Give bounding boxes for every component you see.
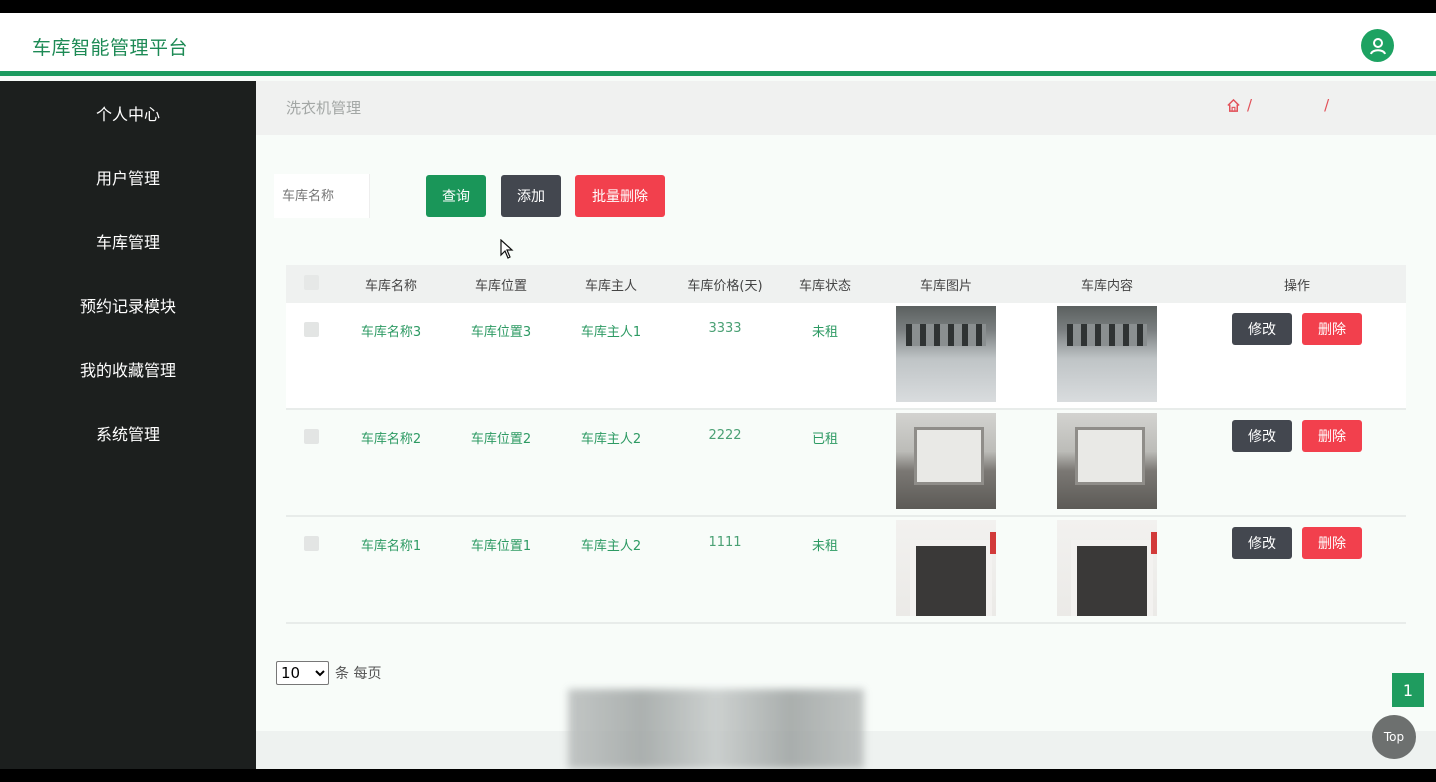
- garage-location: 车库位置2: [470, 432, 532, 447]
- delete-button[interactable]: 删除: [1302, 313, 1362, 345]
- pagination-size: 10 条 每页: [276, 661, 381, 685]
- sidebar-item-personal-center[interactable]: 个人中心: [0, 81, 256, 145]
- home-icon[interactable]: [1226, 98, 1241, 113]
- edit-button[interactable]: 修改: [1232, 313, 1292, 345]
- sidebar-item-user-management[interactable]: 用户管理: [0, 145, 256, 209]
- garage-image[interactable]: [896, 306, 996, 402]
- table-header: 车库名称 车库位置 车库主人 车库价格(天) 车库状态 车库图片 车库内容 操作: [286, 265, 1406, 303]
- table-row: 车库名称3 车库位置3 车库主人1 3333 未租 修改 删除: [286, 303, 1406, 410]
- page-number-button[interactable]: 1: [1392, 673, 1424, 707]
- header-location: 车库位置: [474, 278, 527, 294]
- query-button[interactable]: 查询: [426, 175, 486, 217]
- user-avatar[interactable]: [1361, 29, 1394, 62]
- main-content: 洗衣机管理 / / 查询 添加 批量删除 车库名称 车库位置: [256, 81, 1436, 769]
- garage-status: 已租: [811, 432, 838, 447]
- garage-image[interactable]: [896, 520, 996, 616]
- blurred-overlay: [568, 689, 864, 769]
- sidebar-item-reservation-records[interactable]: 预约记录模块: [0, 273, 256, 337]
- garage-name: 车库名称1: [360, 539, 422, 554]
- garage-name: 车库名称2: [360, 432, 422, 447]
- breadcrumb: 洗衣机管理 / /: [256, 81, 1436, 135]
- edit-button[interactable]: 修改: [1232, 420, 1292, 452]
- table-row: 车库名称1 车库位置1 车库主人2 1111 未租 修改 删除: [286, 517, 1406, 624]
- top-header: 车库智能管理平台: [0, 13, 1436, 76]
- header-owner: 车库主人: [584, 278, 637, 294]
- row-checkbox[interactable]: [303, 322, 319, 337]
- garage-name: 车库名称3: [360, 325, 422, 340]
- delete-button[interactable]: 删除: [1302, 420, 1362, 452]
- batch-delete-button[interactable]: 批量删除: [575, 175, 665, 217]
- breadcrumb-separator: /: [1324, 96, 1330, 114]
- garage-location: 车库位置1: [470, 539, 532, 554]
- garage-location: 车库位置3: [470, 325, 532, 340]
- sidebar-item-favorites-management[interactable]: 我的收藏管理: [0, 337, 256, 401]
- sidebar-item-system-management[interactable]: 系统管理: [0, 401, 256, 465]
- header-image: 车库图片: [919, 278, 972, 294]
- back-to-top-button[interactable]: Top: [1372, 715, 1416, 759]
- garage-price: 1111: [708, 535, 742, 550]
- garage-image[interactable]: [896, 413, 996, 509]
- garage-owner: 车库主人2: [580, 432, 642, 447]
- garage-owner: 车库主人2: [580, 539, 642, 554]
- garage-content-image[interactable]: [1057, 413, 1157, 509]
- header-name: 车库名称: [364, 278, 417, 294]
- garage-content-image[interactable]: [1057, 306, 1157, 402]
- app-window: 车库智能管理平台 个人中心 用户管理 车库管理 预约记录模块 我的收藏管理 系统…: [0, 13, 1436, 769]
- table-row: 车库名称2 车库位置2 车库主人2 2222 已租 修改 删除: [286, 410, 1406, 517]
- garage-status: 未租: [811, 325, 838, 340]
- sidebar: 个人中心 用户管理 车库管理 预约记录模块 我的收藏管理 系统管理: [0, 81, 256, 769]
- row-checkbox[interactable]: [303, 429, 319, 444]
- garage-owner: 车库主人1: [580, 325, 642, 340]
- mouse-cursor-icon: [500, 239, 514, 259]
- garage-table: 车库名称 车库位置 车库主人 车库价格(天) 车库状态 车库图片 车库内容 操作…: [286, 265, 1406, 624]
- garage-price: 3333: [708, 321, 742, 336]
- garage-status: 未租: [811, 539, 838, 554]
- breadcrumb-path: / /: [1226, 96, 1395, 114]
- page-title: 洗衣机管理: [286, 99, 362, 117]
- search-input[interactable]: [274, 174, 370, 218]
- page-size-select[interactable]: 10: [276, 661, 329, 685]
- user-icon: [1369, 37, 1386, 54]
- header-content: 车库内容: [1080, 278, 1133, 294]
- select-all-checkbox[interactable]: [303, 274, 319, 290]
- sidebar-item-garage-management[interactable]: 车库管理: [0, 209, 256, 273]
- per-page-label: 条 每页: [335, 666, 382, 682]
- add-button[interactable]: 添加: [501, 175, 561, 217]
- app-title: 车库智能管理平台: [32, 37, 189, 59]
- delete-button[interactable]: 删除: [1302, 527, 1362, 559]
- garage-content-image[interactable]: [1057, 520, 1157, 616]
- breadcrumb-separator: /: [1247, 96, 1253, 114]
- garage-price: 2222: [708, 428, 742, 443]
- header-status: 车库状态: [798, 278, 851, 294]
- header-actions: 操作: [1283, 278, 1310, 294]
- header-price: 车库价格(天): [687, 278, 763, 294]
- row-checkbox[interactable]: [303, 536, 319, 551]
- edit-button[interactable]: 修改: [1232, 527, 1292, 559]
